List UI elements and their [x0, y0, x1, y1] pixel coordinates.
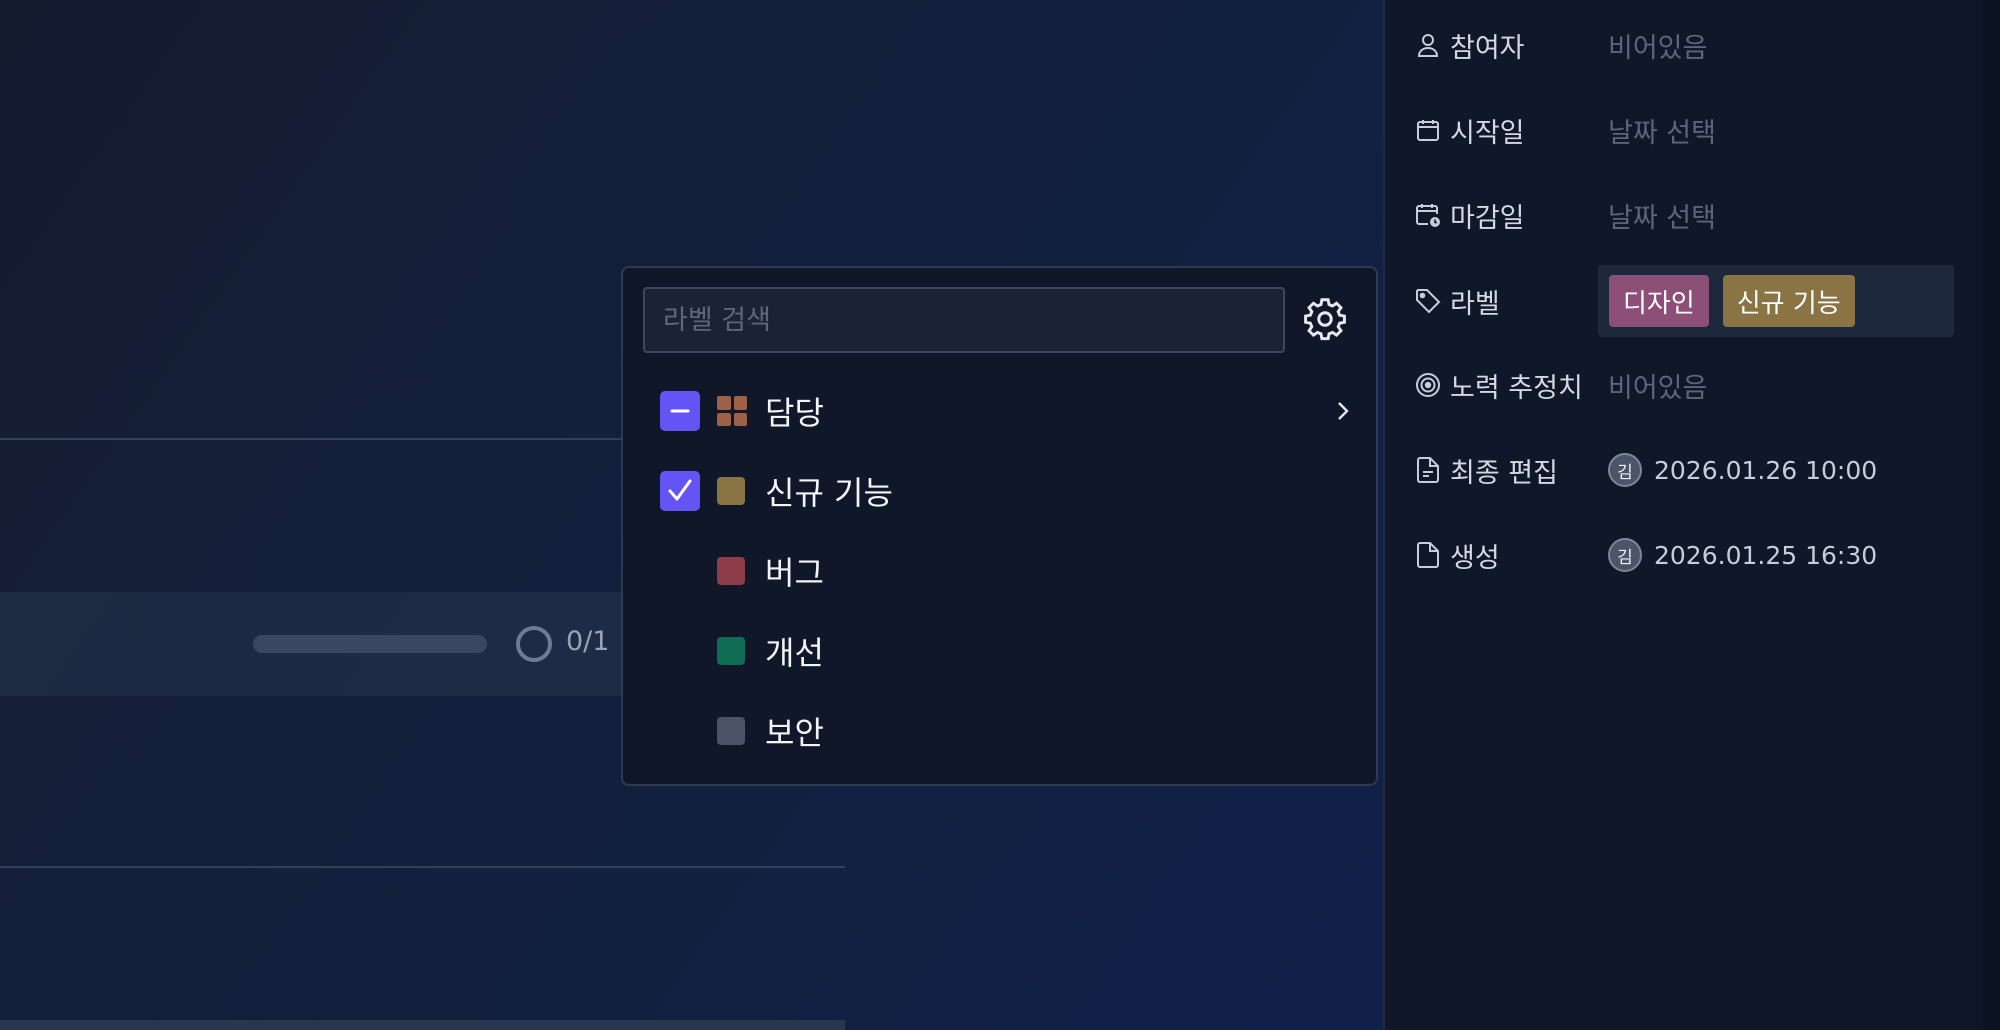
checkbox-partial[interactable]	[660, 391, 700, 431]
progress-ring-icon	[516, 626, 552, 662]
estimate-value[interactable]: 비어있음	[1608, 366, 1707, 405]
chevron-right-icon[interactable]	[1331, 399, 1355, 423]
progress-count: 0/1	[566, 626, 610, 657]
avatar: 김	[1608, 453, 1642, 487]
label-chip[interactable]: 신규 기능	[1722, 275, 1855, 327]
property-created: 생성 김 2026.01.25 16:30	[1385, 525, 1985, 585]
grid-icon	[717, 396, 747, 426]
created-meta: 김 2026.01.25 16:30	[1608, 538, 1877, 572]
avatar: 김	[1608, 538, 1642, 572]
option-label: 보안	[765, 714, 824, 752]
label-option-improvement[interactable]: 개선	[643, 616, 1358, 686]
property-label: 최종 편집	[1450, 457, 1558, 489]
label-chip[interactable]: 디자인	[1609, 275, 1709, 327]
option-label: 개선	[765, 634, 824, 672]
document-edit-icon	[1414, 456, 1442, 484]
participants-value[interactable]: 비어있음	[1608, 26, 1707, 65]
label-option-security[interactable]: 보안	[643, 696, 1358, 766]
property-label: 노력 추정치	[1450, 372, 1583, 404]
calendar-icon	[1414, 116, 1442, 144]
property-estimate[interactable]: 노력 추정치 비어있음	[1385, 355, 1985, 415]
labels-field[interactable]: 디자인 신규 기능	[1598, 265, 1954, 337]
option-label: 신규 기능	[765, 474, 893, 512]
property-participants[interactable]: 참여자 비어있음	[1385, 15, 1985, 75]
properties-panel: 참여자 비어있음 시작일 날짜 선택 마감일 날짜 선택 라벨 디자인 신규 기…	[1383, 0, 1985, 1030]
window-edge	[1983, 0, 2000, 1030]
divider	[0, 438, 622, 440]
label-option-owner[interactable]: 담당	[643, 376, 1358, 446]
document-icon	[1414, 541, 1442, 569]
property-label: 참여자	[1450, 32, 1525, 64]
property-label: 마감일	[1450, 202, 1525, 234]
option-label: 담당	[765, 394, 824, 432]
option-label: 버그	[765, 554, 824, 592]
label-option-bug[interactable]: 버그	[643, 536, 1358, 606]
property-due-date[interactable]: 마감일 날짜 선택	[1385, 185, 1985, 245]
label-color-swatch	[717, 637, 745, 665]
label-dropdown: 담당 신규 기능 버그 개선 보안	[621, 266, 1378, 786]
last-edited-timestamp: 2026.01.26 10:00	[1654, 455, 1878, 485]
tag-icon	[1414, 287, 1442, 315]
property-label: 시작일	[1450, 117, 1525, 149]
progress-bar	[253, 635, 487, 653]
divider	[0, 866, 845, 868]
start-date-value[interactable]: 날짜 선택	[1608, 111, 1716, 150]
person-icon	[1414, 31, 1442, 59]
label-option-new-feature[interactable]: 신규 기능	[643, 456, 1358, 526]
label-search-input[interactable]	[643, 287, 1285, 353]
property-last-edited: 최종 편집 김 2026.01.26 10:00	[1385, 440, 1985, 500]
label-color-swatch	[717, 557, 745, 585]
gear-icon[interactable]	[1303, 297, 1347, 341]
created-timestamp: 2026.01.25 16:30	[1654, 540, 1878, 570]
target-icon	[1414, 371, 1442, 399]
property-label: 라벨	[1450, 288, 1500, 320]
checkbox-checked[interactable]	[660, 471, 700, 511]
label-color-swatch	[717, 717, 745, 745]
property-start-date[interactable]: 시작일 날짜 선택	[1385, 100, 1985, 160]
last-edited-meta: 김 2026.01.26 10:00	[1608, 453, 1877, 487]
calendar-clock-icon	[1414, 201, 1442, 229]
next-row[interactable]	[0, 1020, 845, 1030]
due-date-value[interactable]: 날짜 선택	[1608, 196, 1716, 235]
property-label: 생성	[1450, 542, 1500, 574]
label-color-swatch	[717, 477, 745, 505]
